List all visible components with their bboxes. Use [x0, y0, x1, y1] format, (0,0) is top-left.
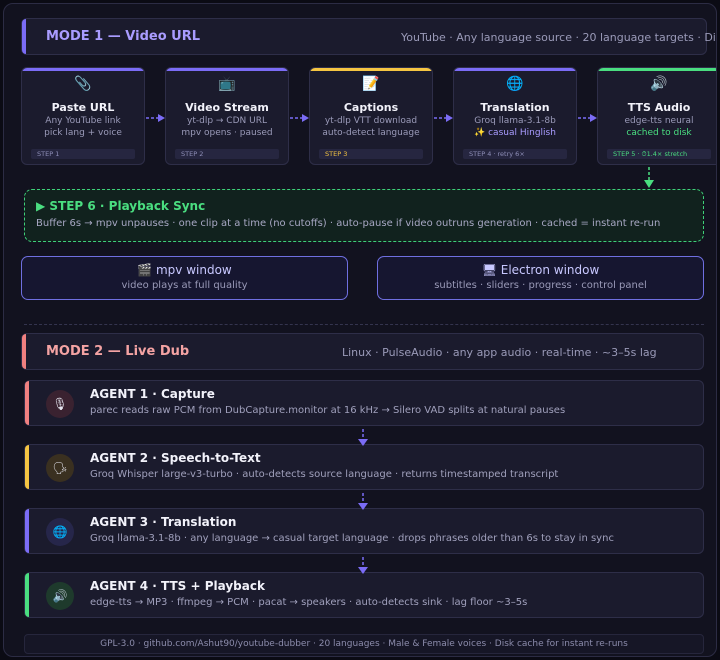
step-line2: auto-detect language [322, 128, 420, 138]
step-title: Translation [480, 101, 550, 114]
mode2-accent [22, 334, 26, 369]
mode2-subtitle: Linux · PulseAudio · any app audio · rea… [342, 346, 657, 359]
step-title: TTS Audio [627, 101, 691, 114]
agent-accent [25, 573, 29, 617]
step-1-box: 📎 Paste URL Any YouTube link pick lang + vo… [21, 67, 145, 165]
mpv-window-title: 🎬 mpv window [137, 263, 232, 277]
agent-title: AGENT 4 · TTS + Playback [90, 579, 265, 593]
mpv-window-box: 🎬 mpv window video plays at full quality [21, 256, 348, 300]
step-2-box: 📺 Video Stream yt-dlp → CDN URL mpv opens ·… [165, 67, 289, 165]
agent-accent [25, 509, 29, 553]
electron-window-subtitle: subtitles · sliders · progress · control… [434, 280, 647, 291]
diagram-frame: MODE 1 — Video URL YouTube · Any languag… [3, 3, 717, 657]
mode1-subtitle: YouTube · Any language source · 20 langu… [401, 31, 716, 44]
footer: GPL-3.0 · github.com/Ashut90/youtube-dub… [24, 634, 704, 654]
mode1-title: MODE 1 — Video URL [46, 29, 201, 44]
step-line1: yt-dlp VTT download [324, 116, 418, 126]
electron-window-title: 🖥 Electron window [481, 263, 600, 277]
step-line1: Any YouTube link [45, 116, 121, 126]
microphone-icon: 🎙 [46, 390, 74, 418]
agent-3-box: 🌐 AGENT 3 · Translation Groq llama-3.1-8b … [24, 508, 704, 554]
arrow-step2-step3 [290, 114, 309, 122]
step-accent-line [310, 68, 432, 71]
mpv-window-subtitle: video plays at full quality [121, 280, 248, 291]
speaker-icon: 🔊 [46, 582, 74, 610]
link-icon: 📎 [74, 76, 92, 92]
agent-title: AGENT 1 · Capture [90, 387, 215, 401]
electron-window-box: 🖥 Electron window subtitles · sliders · … [377, 256, 704, 300]
step-tag: STEP 3 [319, 149, 423, 159]
step-line1: Groq llama-3.1-8b [474, 116, 556, 126]
step-tag: STEP 2 [175, 149, 279, 159]
mode1-accent [22, 19, 26, 54]
speaker-icon: 🔊 [650, 76, 668, 92]
step-accent-line [598, 68, 716, 71]
globe-icon: 🌐 [46, 518, 74, 546]
step-line1: yt-dlp → CDN URL [187, 116, 267, 126]
mode2-title: MODE 2 — Live Dub [46, 344, 190, 359]
agent-subtitle: parec reads raw PCM from DubCapture.moni… [90, 405, 566, 416]
step-4-box: 🌐 Translation Groq llama-3.1-8b ✨ casual Hi… [453, 67, 577, 165]
step6-title: ▶ STEP 6 · Playback Sync [36, 199, 206, 213]
step6-subtitle: Buffer 6s → mpv unpauses · one clip at a… [36, 218, 661, 229]
step-line2: pick lang + voice [44, 128, 122, 138]
arrow-agent2-agent3 [358, 493, 368, 510]
arrow-step4-step5 [578, 114, 597, 122]
step-3-box: 📝 Captions yt-dlp VTT download auto-detect … [309, 67, 433, 165]
step-accent-line [454, 68, 576, 71]
step-5-box: 🔊 TTS Audio edge-tts neural cached to disk S… [597, 67, 716, 165]
step-tag: STEP 5 · ⏱1.4× stretch [607, 149, 711, 159]
step-tag: STEP 1 [31, 149, 135, 159]
agent-subtitle: Groq llama-3.1-8b · any language → casua… [90, 533, 614, 544]
step-line2: ✨ casual Hinglish [474, 128, 556, 138]
tv-icon: 📺 [218, 76, 236, 92]
step-tag: STEP 4 · retry 6× [463, 149, 567, 159]
step-title: Paste URL [51, 101, 115, 114]
mode-divider [24, 324, 704, 325]
agent-accent [25, 445, 29, 489]
arrow-step3-step4 [434, 114, 453, 122]
agent-title: AGENT 3 · Translation [90, 515, 237, 529]
step-title: Captions [343, 101, 399, 114]
agent-accent [25, 381, 29, 425]
speech-icon: 🗣 [46, 454, 74, 482]
globe-icon: 🌐 [506, 76, 524, 92]
agent-4-box: 🔊 AGENT 4 · TTS + Playback edge-tts → MP3 … [24, 572, 704, 618]
memo-icon: 📝 [362, 76, 380, 92]
agent-1-box: 🎙 AGENT 1 · Capture parec reads raw PCM fr… [24, 380, 704, 426]
mode1-header: MODE 1 — Video URL YouTube · Any languag… [21, 18, 716, 55]
agent-2-box: 🗣 AGENT 2 · Speech-to-Text Groq Whisper la… [24, 444, 704, 490]
step-line2: mpv opens · paused [181, 128, 273, 138]
arrow-agent3-agent4 [358, 557, 368, 574]
agent-subtitle: edge-tts → MP3 · ffmpeg → PCM · pacat → … [90, 597, 528, 608]
mode2-header: MODE 2 — Live Dub Linux · PulseAudio · a… [21, 333, 704, 370]
step-title: Video Stream [185, 101, 269, 114]
arrow-agent1-agent2 [358, 429, 368, 446]
step-accent-line [22, 68, 144, 71]
step-line2: cached to disk [626, 128, 692, 138]
agent-subtitle: Groq Whisper large-v3-turbo · auto-detec… [90, 469, 559, 480]
step-line1: edge-tts neural [624, 116, 694, 126]
step-accent-line [166, 68, 288, 71]
step6-playback-sync: ▶ STEP 6 · Playback Sync Buffer 6s → mpv… [24, 189, 704, 242]
arrow-step5-step6 [644, 167, 654, 188]
arrow-step1-step2 [146, 114, 165, 122]
agent-title: AGENT 2 · Speech-to-Text [90, 451, 261, 465]
